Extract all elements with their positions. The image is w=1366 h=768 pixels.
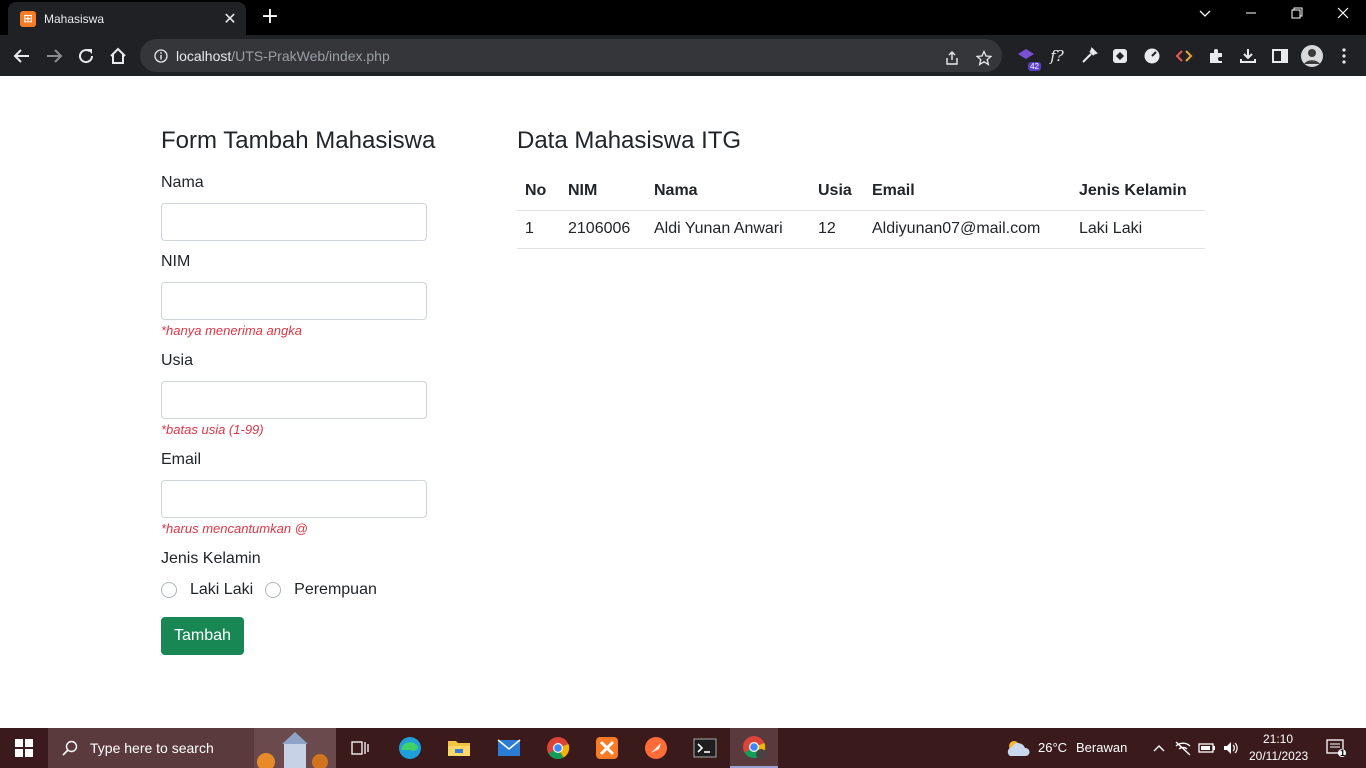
notification-count: 1	[1340, 748, 1346, 758]
volume-icon[interactable]	[1220, 728, 1242, 768]
windows-start-icon[interactable]	[0, 728, 48, 768]
side-panel-icon[interactable]	[1269, 45, 1291, 67]
reload-icon[interactable]	[71, 41, 101, 71]
table-title: Data Mahasiswa ITG	[517, 127, 742, 154]
extension-code-icon[interactable]	[1173, 45, 1195, 67]
col-header-gender: Jenis Kelamin	[1071, 172, 1205, 211]
col-header-email: Email	[864, 172, 1071, 211]
browser-menu-icon[interactable]	[1333, 45, 1355, 67]
col-header-nim: NIM	[560, 172, 646, 211]
tab-title: Mahasiswa	[44, 11, 105, 26]
tab-search-icon[interactable]	[1182, 0, 1228, 32]
cell-nama: Aldi Yunan Anwari	[646, 210, 810, 249]
new-tab-icon[interactable]: +	[258, 4, 282, 30]
cell-usia: 12	[810, 210, 864, 249]
weather-temp[interactable]: 26°C	[1038, 740, 1067, 755]
gender-male-radio[interactable]	[161, 582, 177, 598]
minimize-icon[interactable]	[1228, 0, 1274, 32]
show-hidden-icons-icon[interactable]	[1148, 728, 1170, 768]
extension-cube-icon[interactable]	[1109, 45, 1131, 67]
search-placeholder: Type here to search	[90, 740, 214, 756]
email-input[interactable]	[161, 480, 427, 518]
profile-avatar[interactable]	[1301, 45, 1323, 67]
weather-desc[interactable]: Berawan	[1076, 740, 1127, 755]
extension-formula-icon[interactable]: f?	[1046, 45, 1068, 67]
notification-center-icon[interactable]: 1	[1318, 728, 1354, 768]
close-tab-icon[interactable]: ✕	[220, 9, 240, 28]
extension-wappalyzer-icon[interactable]: 42	[1015, 45, 1041, 71]
cell-gender: Laki Laki	[1071, 210, 1205, 249]
nama-input[interactable]	[161, 203, 427, 241]
submit-wrapper: Tambah	[161, 617, 461, 655]
forward-icon[interactable]	[39, 41, 69, 71]
url-path: /UTS-PrakWeb/index.php	[231, 47, 390, 64]
taskbar-search-box[interactable]: Type here to search	[48, 728, 336, 768]
extension-gauge-icon[interactable]	[1141, 45, 1163, 67]
task-view-icon[interactable]	[336, 728, 384, 768]
extensions-puzzle-icon[interactable]	[1205, 45, 1227, 67]
gender-label: Jenis Kelamin	[161, 550, 261, 567]
bookmark-star-icon[interactable]	[973, 47, 995, 69]
email-label: Email	[161, 451, 202, 468]
student-table: No NIM Nama Usia Email Jenis Kelamin 1 2…	[517, 172, 1205, 249]
share-icon[interactable]	[941, 47, 963, 69]
chrome-icon[interactable]	[534, 728, 582, 768]
mail-icon[interactable]	[485, 728, 533, 768]
url-host: localhost	[176, 47, 232, 64]
search-icon	[62, 740, 78, 756]
browser-tab[interactable]: ⊞ Mahasiswa ✕	[8, 2, 246, 35]
terminal-icon[interactable]	[681, 728, 729, 768]
usia-input[interactable]	[161, 381, 427, 419]
cell-nim: 2106006	[560, 210, 646, 249]
back-icon[interactable]	[7, 41, 37, 71]
windows-taskbar: Type here to search 26°C Berawan 21:10 2…	[0, 728, 1366, 768]
browser-toolbar: localhost/UTS-PrakWeb/index.php 42 f?	[0, 35, 1366, 76]
nama-label: Nama	[161, 174, 204, 191]
xampp-favicon-icon: ⊞	[20, 10, 36, 27]
file-explorer-icon[interactable]	[435, 728, 483, 768]
tambah-button[interactable]: Tambah	[161, 617, 244, 655]
chrome-active-window-icon[interactable]	[730, 728, 778, 768]
battery-icon[interactable]	[1196, 728, 1218, 768]
col-header-no: No	[517, 172, 560, 211]
gender-male-label[interactable]: Laki Laki	[190, 581, 253, 599]
restore-icon[interactable]	[1274, 0, 1320, 32]
close-window-icon[interactable]	[1320, 0, 1366, 32]
weather-cloud-icon[interactable]	[1000, 728, 1036, 768]
page-content: Form Tambah Mahasiswa Nama NIM *hanya me…	[0, 77, 1366, 728]
search-highlight-illustration	[254, 728, 336, 768]
cell-no: 1	[517, 210, 560, 249]
table-header-row: No NIM Nama Usia Email Jenis Kelamin	[517, 172, 1205, 211]
postman-icon[interactable]	[632, 728, 680, 768]
address-bar[interactable]: localhost/UTS-PrakWeb/index.php	[140, 39, 1002, 72]
usia-hint: *batas usia (1-99)	[161, 422, 264, 437]
download-icon[interactable]	[1237, 45, 1259, 67]
gender-female-radio[interactable]	[265, 582, 282, 598]
browser-titlebar: ⊞ Mahasiswa ✕ +	[0, 0, 1366, 35]
nim-hint: *hanya menerima angka	[161, 323, 302, 338]
network-icon[interactable]	[1172, 728, 1194, 768]
col-header-usia: Usia	[810, 172, 864, 211]
nim-label: NIM	[161, 253, 191, 270]
add-student-form: Form Tambah Mahasiswa Nama NIM *hanya me…	[161, 127, 461, 655]
student-data-section: Data Mahasiswa ITG No NIM Nama Usia Emai…	[517, 127, 1205, 249]
table-row: 1 2106006 Aldi Yunan Anwari 12 Aldiyunan…	[517, 210, 1205, 249]
color-picker-icon[interactable]	[1078, 45, 1100, 67]
clock-date[interactable]: 20/11/2023	[1249, 749, 1308, 763]
gender-radio-group: Laki Laki Perempuan	[161, 581, 461, 599]
gender-female-label[interactable]: Perempuan	[294, 581, 377, 599]
edge-browser-icon[interactable]	[386, 728, 434, 768]
xampp-icon[interactable]	[583, 728, 631, 768]
clock-time[interactable]: 21:10	[1263, 732, 1293, 746]
home-icon[interactable]	[103, 41, 133, 71]
nim-input[interactable]	[161, 282, 427, 320]
form-title: Form Tambah Mahasiswa	[161, 127, 436, 154]
cell-email: Aldiyunan07@mail.com	[864, 210, 1071, 249]
email-hint: *harus mencantumkan @	[161, 521, 308, 536]
usia-label: Usia	[161, 352, 194, 369]
col-header-nama: Nama	[646, 172, 810, 211]
site-info-icon[interactable]	[146, 48, 176, 63]
